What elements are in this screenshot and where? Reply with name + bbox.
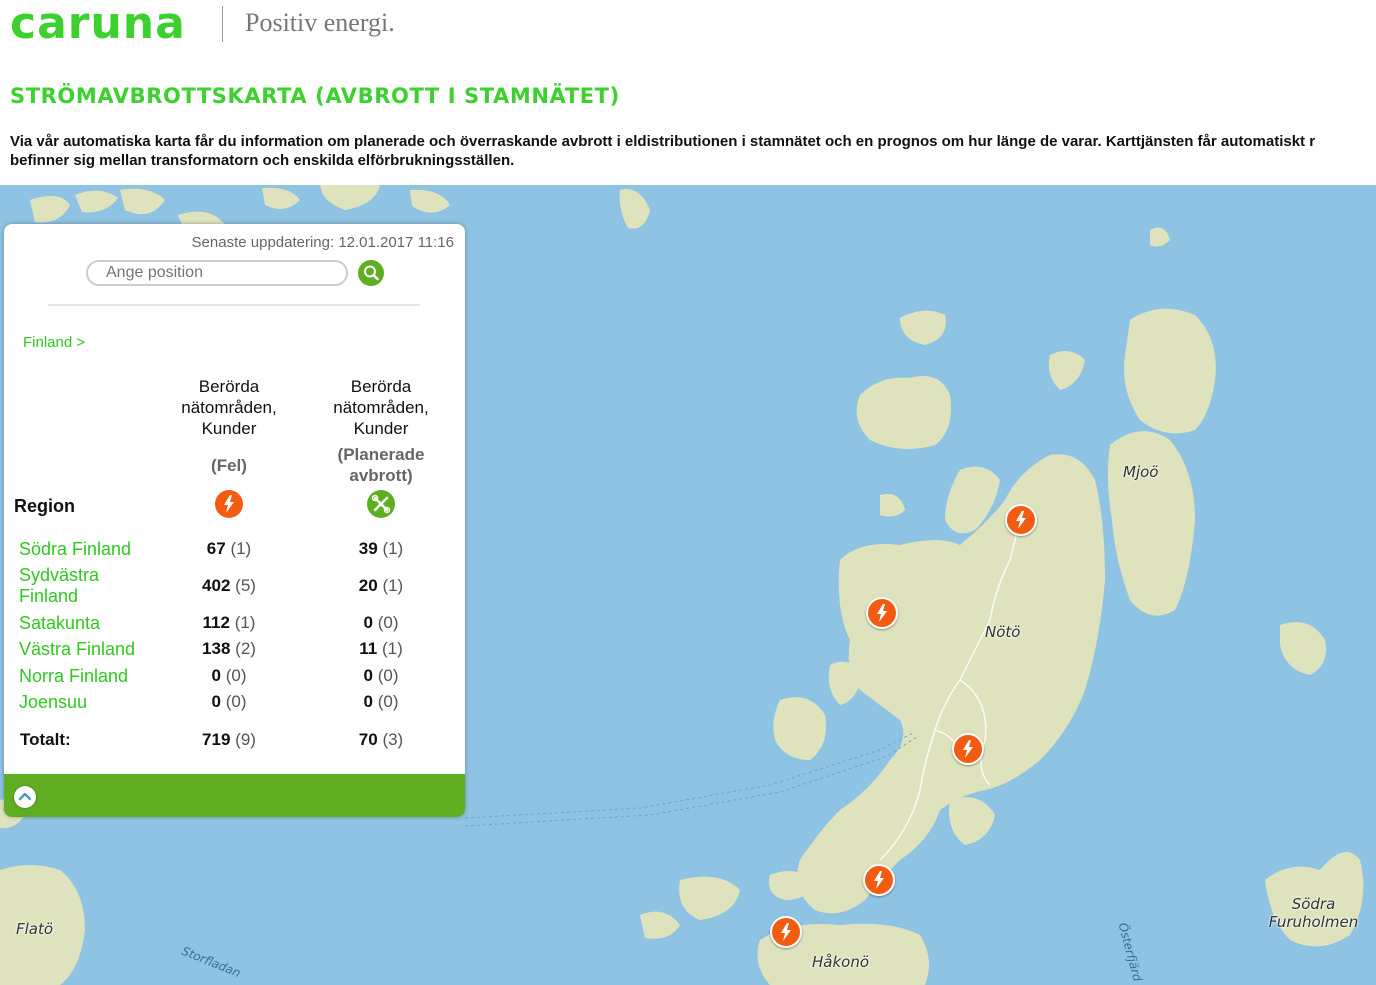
- fault-count: 402 (5): [164, 576, 294, 596]
- fault-marker[interactable]: [770, 916, 802, 948]
- planned-areas: (0): [377, 692, 399, 711]
- subheader-line: avbrott): [349, 466, 413, 485]
- fault-count: 138 (2): [164, 639, 294, 659]
- place-label-noto: Nötö: [985, 623, 1021, 641]
- fault-count: 0 (0): [164, 666, 294, 686]
- fault-marker[interactable]: [866, 597, 898, 629]
- fault-customers: 112: [202, 613, 230, 632]
- fault-areas: (0): [225, 666, 247, 685]
- planned-legend-icon: [367, 490, 395, 518]
- planned-count: 39 (1): [316, 539, 446, 559]
- lightning-icon: [963, 740, 973, 758]
- planned-customers: 20: [358, 576, 378, 595]
- planned-customers: 0: [363, 666, 373, 685]
- region-column-header: Region: [14, 496, 75, 516]
- fault-marker[interactable]: [863, 864, 895, 896]
- slogan: Positiv energi.: [245, 8, 395, 37]
- place-label-flato: Flatö: [16, 920, 54, 938]
- logo-divider: [222, 6, 223, 42]
- fault-customers: 402: [202, 576, 231, 595]
- region-link[interactable]: Joensuu: [19, 692, 169, 713]
- region-link[interactable]: Västra Finland: [19, 639, 169, 660]
- intro-line-2: befinner sig mellan transformatorn och e…: [10, 152, 515, 169]
- fault-areas: (0): [225, 692, 247, 711]
- planned-count: 0 (0): [316, 692, 446, 712]
- chevron-up-icon: [18, 792, 32, 801]
- tools-icon: [371, 494, 391, 514]
- planned-areas: (1): [382, 539, 404, 558]
- fault-areas: (1): [230, 539, 252, 558]
- search-button[interactable]: [358, 260, 384, 286]
- header-line: Kunder: [201, 419, 257, 438]
- region-link[interactable]: Satakunta: [19, 613, 169, 634]
- collapse-panel-button[interactable]: [14, 786, 36, 808]
- lightning-icon: [877, 604, 887, 622]
- total-label: Totalt:: [20, 730, 71, 749]
- planned-areas: (0): [377, 666, 399, 685]
- caruna-logo[interactable]: caruna: [10, 2, 186, 46]
- position-search-input[interactable]: [86, 260, 348, 286]
- lightning-icon: [224, 495, 234, 513]
- fault-count: 67 (1): [164, 539, 294, 559]
- lightning-icon: [1016, 511, 1026, 529]
- place-label-sodra-furuholmen: Södra Furuholmen: [1268, 895, 1359, 931]
- page-title: STRÖMAVBROTTSKARTA (AVBROTT I STAMNÄTET): [10, 84, 620, 108]
- planned-areas: (0): [377, 613, 399, 632]
- fault-marker[interactable]: [1005, 504, 1037, 536]
- lightning-icon: [874, 871, 884, 889]
- fault-column-header: Berörda nätområden, Kunder: [164, 376, 294, 439]
- planned-customers: 0: [363, 613, 373, 632]
- breadcrumb-finland[interactable]: Finland >: [23, 334, 85, 351]
- region-link[interactable]: Södra Finland: [19, 539, 169, 560]
- fault-column-subheader: (Fel): [211, 456, 247, 475]
- page-header: caruna Positiv energi. STRÖMAVBROTTSKART…: [0, 0, 1376, 185]
- fault-customers: 67: [206, 539, 226, 558]
- place-label-hakono: Håkonö: [812, 953, 870, 971]
- planned-areas: (1): [381, 639, 403, 658]
- planned-customers: 0: [363, 692, 373, 711]
- fault-customers: 0: [211, 666, 221, 685]
- outage-summary-panel: Senaste uppdatering: 12.01.2017 11:16 Fi…: [4, 224, 465, 817]
- fault-areas: (5): [235, 576, 256, 595]
- planned-customers: 70: [358, 730, 378, 749]
- region-link[interactable]: Norra Finland: [19, 666, 169, 687]
- fault-areas: (2): [235, 639, 256, 658]
- intro-text: Via vår automatiska karta får du informa…: [10, 132, 1376, 170]
- planned-customers: 11: [359, 639, 378, 658]
- fault-areas: (9): [235, 730, 256, 749]
- fault-count: 112 (1): [164, 613, 294, 633]
- planned-column-header: Berörda nätområden, Kunder: [316, 376, 446, 439]
- header-line: nätområden,: [333, 398, 429, 417]
- planned-column-subheader: (Planerade avbrott): [316, 444, 446, 486]
- panel-footer: [4, 774, 465, 817]
- planned-customers: 39: [358, 539, 378, 558]
- panel-divider: [48, 304, 420, 306]
- region-link[interactable]: Sydvästra Finland: [19, 565, 139, 607]
- fault-total: 719 (9): [164, 730, 294, 750]
- subheader-line: (Planerade: [337, 445, 425, 464]
- planned-count: 0 (0): [316, 666, 446, 686]
- fault-customers: 0: [211, 692, 221, 711]
- planned-total: 70 (3): [316, 730, 446, 750]
- header-line: Kunder: [353, 419, 409, 438]
- fault-marker[interactable]: [952, 733, 984, 765]
- search-icon: [364, 265, 379, 281]
- fault-areas: (1): [234, 613, 256, 632]
- fault-legend-icon: [215, 490, 243, 518]
- planned-count: 0 (0): [316, 613, 446, 633]
- header-line: Berörda: [198, 377, 260, 396]
- header-line: nätområden,: [181, 398, 277, 417]
- fault-customers: 719: [202, 730, 231, 749]
- lightning-icon: [781, 923, 791, 941]
- fault-customers: 138: [202, 639, 231, 658]
- last-updated: Senaste uppdatering: 12.01.2017 11:16: [191, 234, 454, 251]
- place-label-mjoo: Mjoö: [1123, 463, 1159, 481]
- header-line: Berörda: [350, 377, 412, 396]
- planned-areas: (1): [382, 576, 404, 595]
- intro-line-1: Via vår automatiska karta får du informa…: [10, 133, 1316, 150]
- planned-count: 11 (1): [316, 639, 446, 659]
- planned-areas: (3): [382, 730, 404, 749]
- planned-count: 20 (1): [316, 576, 446, 596]
- fault-count: 0 (0): [164, 692, 294, 712]
